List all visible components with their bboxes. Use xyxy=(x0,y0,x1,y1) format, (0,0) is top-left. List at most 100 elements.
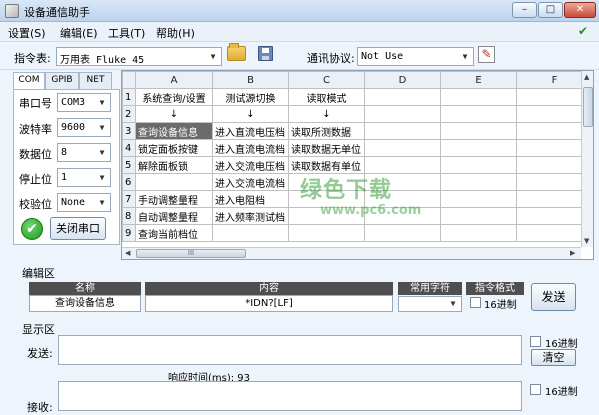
grid-cell[interactable] xyxy=(440,173,517,191)
column-header[interactable]: A xyxy=(135,71,213,89)
grid-cell[interactable]: 系统查询/设置 xyxy=(135,88,213,106)
menu-edit[interactable]: 编辑(E) xyxy=(60,25,98,41)
minimize-button[interactable]: – xyxy=(512,2,537,18)
content-field[interactable]: *IDN?[LF] xyxy=(145,295,393,312)
grid-cell[interactable] xyxy=(440,156,517,174)
scroll-left-icon[interactable]: ◀ xyxy=(125,249,130,257)
menu-settings[interactable]: 设置(S) xyxy=(8,25,46,41)
common-chars-select[interactable]: ▼ xyxy=(398,296,462,312)
grid-cell[interactable] xyxy=(364,88,441,106)
scroll-thumb[interactable]: III xyxy=(136,249,246,258)
row-header[interactable]: 3 xyxy=(122,122,136,140)
grid-cell[interactable] xyxy=(440,122,517,140)
close-port-button[interactable]: 关闭串口 xyxy=(50,217,106,240)
row-header[interactable]: 1 xyxy=(122,88,136,106)
maximize-button[interactable]: □ xyxy=(538,2,563,18)
row-header[interactable]: 7 xyxy=(122,190,136,208)
row-header[interactable]: 8 xyxy=(122,207,136,225)
grid-cell[interactable]: 锁定面板按键 xyxy=(135,139,213,157)
grid-cell[interactable]: ↓ xyxy=(212,105,289,123)
grid-cell[interactable] xyxy=(440,224,517,242)
grid-cell[interactable]: 进入直流电压档 xyxy=(212,122,289,140)
scroll-right-icon[interactable]: ▶ xyxy=(570,249,575,257)
name-field[interactable]: 查询设备信息 xyxy=(29,295,141,312)
recv-textarea[interactable] xyxy=(58,381,522,411)
column-header[interactable]: C xyxy=(288,71,365,89)
chevron-down-icon[interactable]: ▼ xyxy=(446,298,460,310)
pin-icon[interactable]: ✔ xyxy=(578,25,590,37)
grid-cell[interactable] xyxy=(440,190,517,208)
scroll-up-icon[interactable]: ▲ xyxy=(584,73,589,81)
grid-cell[interactable] xyxy=(364,224,441,242)
grid-cell[interactable] xyxy=(440,105,517,123)
grid-cell[interactable] xyxy=(364,156,441,174)
tab-com[interactable]: COM xyxy=(13,72,45,90)
open-folder-icon[interactable] xyxy=(227,43,246,61)
grid-cell[interactable]: 读取所测数据 xyxy=(288,122,365,140)
chevron-down-icon[interactable]: ▼ xyxy=(95,145,109,160)
clear-button[interactable]: 清空 xyxy=(531,349,576,366)
row-header[interactable]: 5 xyxy=(122,156,136,174)
baud-select[interactable]: 9600 ▼ xyxy=(57,118,111,137)
vertical-scrollbar[interactable]: ▲ ▼ xyxy=(581,71,593,247)
chevron-down-icon[interactable]: ▼ xyxy=(95,195,109,210)
grid-cell[interactable]: 进入频率测试档 xyxy=(212,207,289,225)
chevron-down-icon[interactable]: ▼ xyxy=(458,49,472,64)
grid-cell[interactable]: 查询当前档位 xyxy=(135,224,213,242)
parity-select[interactable]: None ▼ xyxy=(57,193,111,212)
column-header[interactable]: E xyxy=(440,71,517,89)
grid-cell[interactable] xyxy=(288,224,365,242)
tab-net[interactable]: NET xyxy=(79,72,112,89)
grid-cell[interactable] xyxy=(212,224,289,242)
protocol-select[interactable]: Not Use ▼ xyxy=(357,47,474,66)
grid-cell[interactable]: 读取数据无单位 xyxy=(288,139,365,157)
hex-format-checkbox[interactable] xyxy=(470,297,481,308)
grid-cell[interactable]: 进入直流电流档 xyxy=(212,139,289,157)
stopbits-select[interactable]: 1 ▼ xyxy=(57,168,111,187)
column-header[interactable]: D xyxy=(364,71,441,89)
grid-cell[interactable] xyxy=(364,122,441,140)
row-header[interactable]: 4 xyxy=(122,139,136,157)
grid-cell[interactable] xyxy=(440,207,517,225)
grid-cell[interactable] xyxy=(364,139,441,157)
chevron-down-icon[interactable]: ▼ xyxy=(95,170,109,185)
databits-select[interactable]: 8 ▼ xyxy=(57,143,111,162)
scroll-down-icon[interactable]: ▼ xyxy=(584,237,589,245)
grid-cell[interactable] xyxy=(440,88,517,106)
scroll-thumb[interactable] xyxy=(583,87,593,127)
save-icon[interactable] xyxy=(258,46,273,61)
grid-cell[interactable]: 读取数据有单位 xyxy=(288,156,365,174)
grid-cell-selected[interactable]: 查询设备信息 xyxy=(135,122,213,140)
command-grid[interactable]: A B C D E F 1 系统查询/设置 测试源切换 读取模式 2 ↓ ↓ ↓… xyxy=(121,70,594,260)
grid-cell[interactable] xyxy=(364,105,441,123)
grid-cell[interactable]: 读取模式 xyxy=(288,88,365,106)
send-button[interactable]: 发送 xyxy=(531,283,576,311)
grid-cell[interactable]: ↓ xyxy=(135,105,213,123)
edit-pencil-icon[interactable]: ✎ xyxy=(478,46,495,63)
send-textarea[interactable] xyxy=(58,335,522,365)
command-table-select[interactable]: 万用表 Fluke 45 ▼ xyxy=(56,47,222,66)
horizontal-scrollbar[interactable]: ◀ III ▶ xyxy=(122,247,581,259)
port-select[interactable]: COM3 ▼ xyxy=(57,93,111,112)
grid-cell[interactable]: ↓ xyxy=(288,105,365,123)
chevron-down-icon[interactable]: ▼ xyxy=(95,95,109,110)
grid-cell[interactable]: 测试源切换 xyxy=(212,88,289,106)
recv-hex-checkbox[interactable] xyxy=(530,384,541,395)
grid-cell[interactable] xyxy=(440,139,517,157)
row-header[interactable]: 9 xyxy=(122,224,136,242)
grid-cell[interactable]: 进入交流电流档 xyxy=(212,173,289,191)
row-header[interactable]: 2 xyxy=(122,105,136,123)
chevron-down-icon[interactable]: ▼ xyxy=(95,120,109,135)
grid-cell[interactable] xyxy=(135,173,213,191)
grid-cell[interactable]: 解除面板锁 xyxy=(135,156,213,174)
menu-tools[interactable]: 工具(T) xyxy=(108,25,145,41)
grid-cell[interactable]: 手动调整量程 xyxy=(135,190,213,208)
column-header[interactable]: B xyxy=(212,71,289,89)
grid-cell[interactable]: 进入电阻档 xyxy=(212,190,289,208)
chevron-down-icon[interactable]: ▼ xyxy=(206,49,220,64)
grid-cell[interactable]: 进入交流电压档 xyxy=(212,156,289,174)
grid-cell[interactable]: 自动调整量程 xyxy=(135,207,213,225)
tab-gpib[interactable]: GPIB xyxy=(45,72,79,89)
close-button[interactable]: ✕ xyxy=(564,2,596,18)
menu-help[interactable]: 帮助(H) xyxy=(156,25,195,41)
